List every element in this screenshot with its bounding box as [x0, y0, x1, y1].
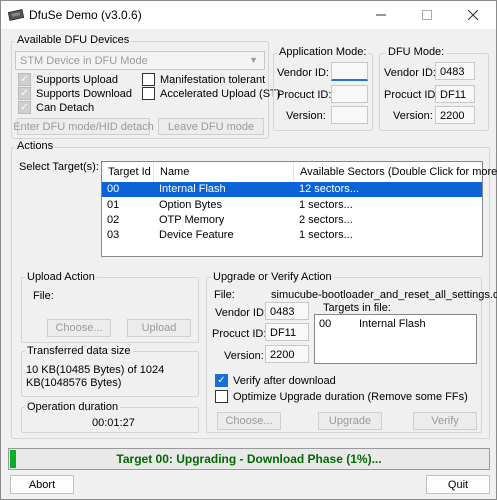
target-row[interactable]: 01 Option Bytes 1 sectors... [102, 198, 482, 213]
chevron-down-icon: ▼ [249, 55, 258, 65]
dfu-product-field: DF11 [435, 85, 475, 103]
upgrade-vendor-label: Vendor ID: [215, 307, 267, 319]
can-detach-label: Can Detach [36, 101, 95, 114]
transferred-size-title: Transferred data size [25, 345, 133, 357]
dfu-vendor-field: 0483 [435, 62, 475, 80]
application-mode-title: Application Mode: [277, 46, 369, 58]
upload-file-label: File: [33, 290, 54, 302]
progress-status-bar: Target 00: Upgrading - Download Phase (1… [8, 448, 490, 470]
target-row[interactable]: 03 Device Feature 1 sectors... [102, 228, 482, 243]
quit-button[interactable]: Quit [426, 475, 490, 494]
check-icon: ✓ [18, 87, 31, 100]
target-name-cell: Internal Flash [159, 183, 226, 195]
dfu-version-field: 2200 [435, 106, 475, 124]
transferred-size-value: 10 KB(10485 Bytes) of 1024 KB(1048576 By… [26, 364, 165, 389]
upgrade-verify-title: Upgrade or Verify Action [211, 271, 334, 283]
file-target-name: Internal Flash [359, 318, 426, 330]
supports-download-label: Supports Download [36, 87, 133, 100]
supports-upload-checkbox[interactable]: ✓ Supports Upload [18, 73, 118, 86]
app-product-field [331, 85, 368, 103]
check-icon: ✓ [18, 101, 31, 114]
target-name-cell: OTP Memory [159, 214, 225, 226]
check-icon: ✓ [18, 73, 31, 86]
device-select[interactable]: STM Device in DFU Mode ▼ [15, 51, 265, 70]
col-header-sectors[interactable]: Available Sectors (Double Click for more… [294, 162, 497, 182]
optimize-upgrade-label: Optimize Upgrade duration (Remove some F… [233, 390, 468, 403]
enter-dfu-mode-button[interactable]: Enter DFU mode/HID detach [13, 118, 154, 135]
dfu-version-label: Version: [393, 110, 433, 122]
target-sectors-cell: 12 sectors... [299, 183, 359, 195]
close-icon[interactable] [450, 1, 496, 29]
title-bar: DfuSe Demo (v3.0.6) [1, 1, 496, 29]
target-row[interactable]: 02 OTP Memory 2 sectors... [102, 213, 482, 228]
target-id-cell: 01 [107, 199, 120, 211]
check-icon: ✓ [215, 374, 228, 387]
supports-download-checkbox[interactable]: ✓ Supports Download [18, 87, 132, 100]
verify-after-download-label: Verify after download [233, 374, 336, 387]
checkbox-box [215, 390, 228, 403]
actions-title: Actions [15, 140, 56, 152]
app-chip-icon [8, 9, 24, 21]
col-header-name[interactable]: Name [154, 162, 294, 182]
window-title: DfuSe Demo (v3.0.6) [29, 8, 142, 22]
target-id-cell: 02 [107, 214, 120, 226]
accelerated-upload-checkbox[interactable]: Accelerated Upload (ST) [142, 87, 280, 100]
manifestation-tolerant-checkbox[interactable]: Manifestation tolerant [142, 73, 265, 86]
app-version-label: Version: [286, 110, 326, 122]
optimize-upgrade-checkbox[interactable]: Optimize Upgrade duration (Remove some F… [215, 390, 468, 403]
target-sectors-cell: 2 sectors... [299, 214, 353, 226]
manifestation-label: Manifestation tolerant [160, 73, 266, 86]
upgrade-vendor-field: 0483 [265, 302, 309, 320]
upgrade-version-field: 2200 [265, 345, 309, 363]
dfu-mode-title: DFU Mode: [386, 46, 447, 58]
target-row[interactable]: 00 Internal Flash 12 sectors... [102, 182, 482, 197]
target-id-cell: 03 [107, 229, 120, 241]
device-select-value: STM Device in DFU Mode [20, 55, 148, 67]
target-sectors-cell: 1 sectors... [299, 229, 353, 241]
col-header-target-id[interactable]: Target Id [102, 162, 154, 182]
dfu-product-label: Procuct ID: [384, 89, 439, 101]
supports-upload-label: Supports Upload [36, 73, 118, 86]
target-id-cell: 00 [107, 183, 120, 195]
upgrade-file-name: simucube-bootloader_and_reset_all_settin… [271, 289, 497, 301]
verify-after-download-checkbox[interactable]: ✓ Verify after download [215, 374, 336, 387]
targets-list[interactable]: Target Id Name Available Sectors (Double… [101, 161, 497, 257]
checkbox-box [142, 87, 155, 100]
verify-button[interactable]: Verify [413, 412, 477, 430]
target-name-cell: Device Feature [159, 229, 234, 241]
checkbox-box [142, 73, 155, 86]
upgrade-button[interactable]: Upgrade [318, 412, 382, 430]
can-detach-checkbox[interactable]: ✓ Can Detach [18, 101, 94, 114]
app-vendor-field [331, 62, 368, 81]
abort-button[interactable]: Abort [10, 475, 74, 494]
upgrade-product-field: DF11 [265, 323, 309, 341]
targets-in-file-label: Targets in file: [323, 302, 391, 314]
leave-dfu-mode-button[interactable]: Leave DFU mode [158, 118, 264, 135]
minimize-icon[interactable] [358, 1, 404, 29]
app-product-label: Procuct ID: [277, 89, 332, 101]
upload-button[interactable]: Upload [127, 319, 191, 337]
select-targets-label: Select Target(s): [19, 161, 99, 173]
available-devices-title: Available DFU Devices [15, 34, 132, 46]
upgrade-version-label: Version: [224, 350, 264, 362]
dfuse-window: DfuSe Demo (v3.0.6) Available DFU Device… [0, 0, 497, 500]
target-sectors-cell: 1 sectors... [299, 199, 353, 211]
upgrade-product-label: Procuct ID: [212, 328, 267, 340]
target-name-cell: Option Bytes [159, 199, 222, 211]
upload-action-title: Upload Action [25, 271, 97, 283]
file-target-id: 00 [319, 318, 332, 330]
maximize-icon[interactable] [404, 1, 450, 29]
upgrade-choose-button[interactable]: Choose... [217, 412, 281, 430]
operation-duration-title: Operation duration [25, 401, 121, 413]
accelerated-upload-label: Accelerated Upload (ST) [160, 87, 281, 100]
upgrade-file-label: File: [214, 289, 235, 301]
targets-in-file-list[interactable]: 00 Internal Flash [314, 314, 477, 364]
status-text: Target 00: Upgrading - Download Phase (1… [116, 452, 382, 466]
upload-choose-button[interactable]: Choose... [47, 319, 111, 337]
dfu-vendor-label: Vendor ID: [384, 67, 436, 79]
app-version-field [331, 106, 368, 124]
app-vendor-label: Vendor ID: [277, 67, 329, 79]
operation-duration-value: 00:01:27 [92, 417, 135, 429]
